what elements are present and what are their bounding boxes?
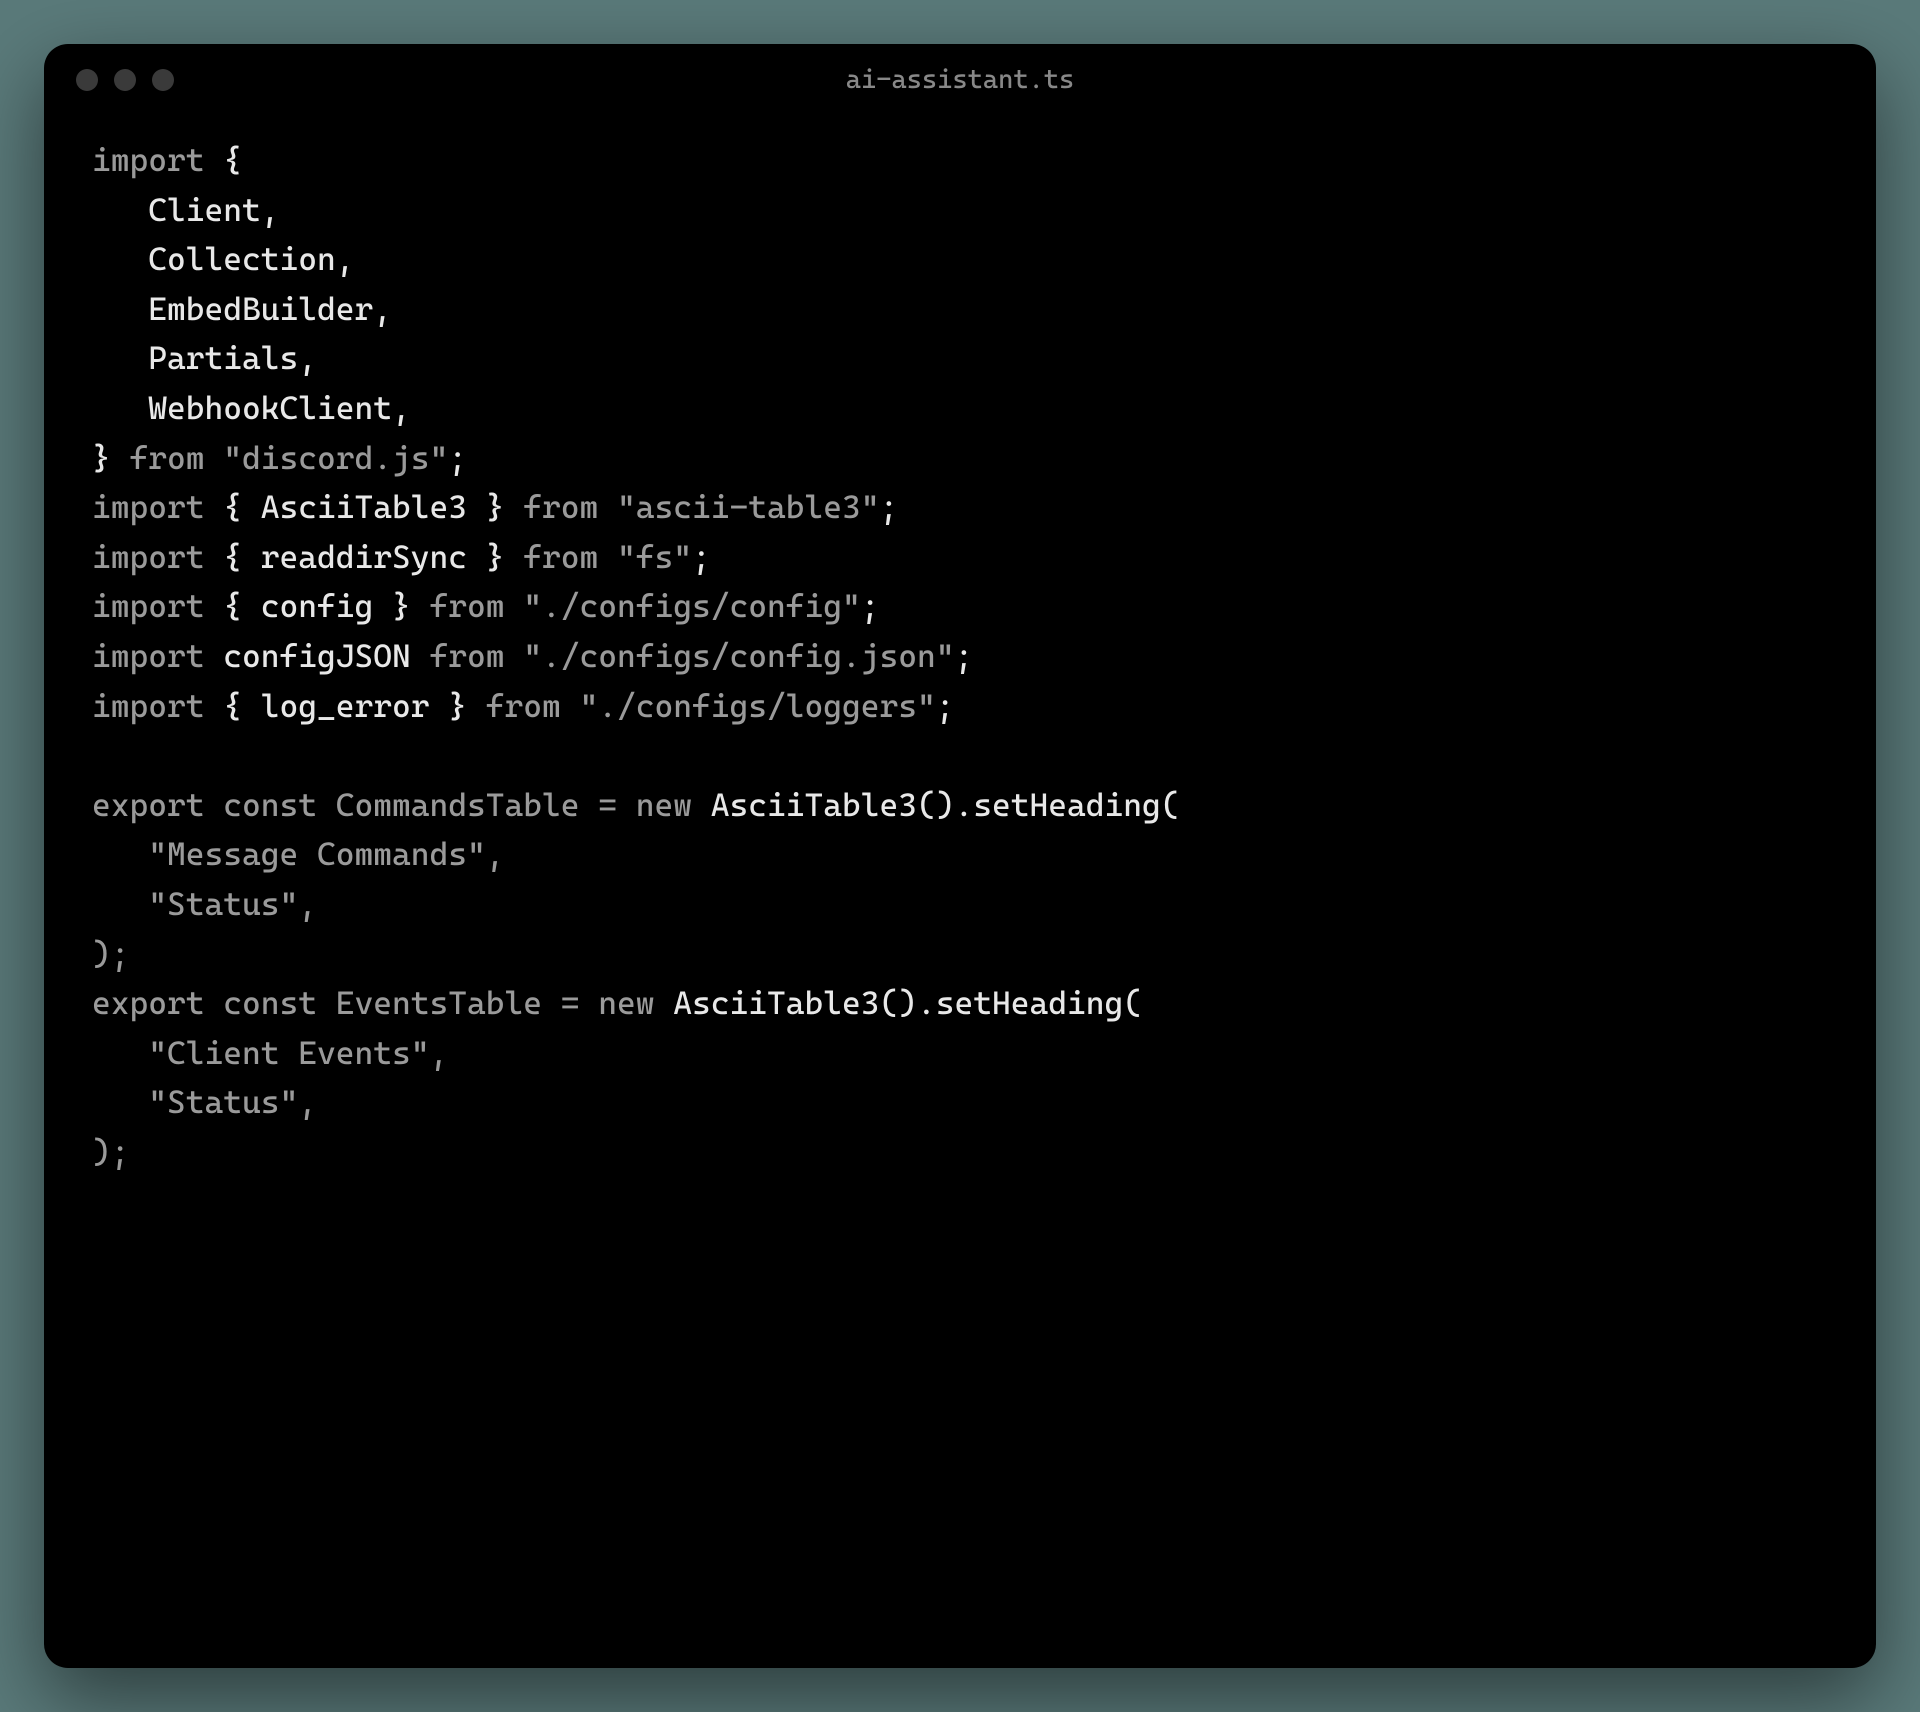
code-token: from bbox=[430, 587, 524, 625]
code-token: const bbox=[223, 984, 336, 1022]
code-token: = bbox=[598, 786, 636, 824]
code-token bbox=[92, 885, 148, 923]
code-token: configJSON bbox=[223, 637, 429, 675]
code-token bbox=[92, 339, 148, 377]
code-token: ; bbox=[861, 587, 880, 625]
editor-window: ai-assistant.ts import { Client, Collect… bbox=[44, 44, 1876, 1668]
code-token: "Status" bbox=[148, 885, 298, 923]
code-token: = bbox=[561, 984, 599, 1022]
code-token bbox=[92, 389, 148, 427]
code-token bbox=[92, 290, 148, 328]
code-token: , bbox=[298, 1083, 317, 1121]
code-token bbox=[92, 191, 148, 229]
close-button[interactable] bbox=[76, 69, 98, 91]
code-token: from bbox=[130, 439, 224, 477]
code-token: "./configs/loggers" bbox=[580, 687, 936, 725]
code-token: import bbox=[92, 587, 223, 625]
code-token: { config } bbox=[223, 587, 429, 625]
code-token: , bbox=[298, 339, 317, 377]
code-token: ); bbox=[92, 1133, 130, 1171]
code-token: , bbox=[298, 885, 317, 923]
code-token: { bbox=[223, 141, 242, 179]
code-token: , bbox=[392, 389, 411, 427]
code-token: "./configs/config" bbox=[523, 587, 861, 625]
code-token: from bbox=[523, 538, 617, 576]
code-token: ; bbox=[448, 439, 467, 477]
code-token: , bbox=[261, 191, 280, 229]
code-token: export bbox=[92, 984, 223, 1022]
code-token: "./configs/config.json" bbox=[523, 637, 954, 675]
code-token: ; bbox=[955, 637, 974, 675]
code-token: EventsTable bbox=[336, 984, 561, 1022]
window-title: ai-assistant.ts bbox=[846, 65, 1075, 95]
code-token: Collection bbox=[148, 240, 336, 278]
code-token: "Client Events" bbox=[148, 1034, 429, 1072]
code-token: import bbox=[92, 637, 223, 675]
code-token: AsciiTable3().setHeading( bbox=[673, 984, 1142, 1022]
code-token: { readdirSync } bbox=[223, 538, 523, 576]
maximize-button[interactable] bbox=[152, 69, 174, 91]
code-token: from bbox=[486, 687, 580, 725]
code-token: "Message Commands" bbox=[148, 835, 486, 873]
code-token: from bbox=[523, 488, 617, 526]
code-token: WebhookClient bbox=[148, 389, 392, 427]
code-token: import bbox=[92, 488, 223, 526]
code-token: ; bbox=[936, 687, 955, 725]
code-token: "Status" bbox=[148, 1083, 298, 1121]
code-token: from bbox=[430, 637, 524, 675]
code-token: ; bbox=[880, 488, 899, 526]
code-token: "ascii-table3" bbox=[617, 488, 880, 526]
code-token: { log_error } bbox=[223, 687, 486, 725]
code-token: AsciiTable3().setHeading( bbox=[711, 786, 1180, 824]
code-token: , bbox=[373, 290, 392, 328]
code-token: Client bbox=[148, 191, 261, 229]
code-token bbox=[92, 835, 148, 873]
code-token: Partials bbox=[148, 339, 298, 377]
code-token: ); bbox=[92, 935, 130, 973]
code-token: "fs" bbox=[617, 538, 692, 576]
minimize-button[interactable] bbox=[114, 69, 136, 91]
code-content: import { Client, Collection, EmbedBuilde… bbox=[92, 136, 1828, 1177]
code-token: new bbox=[598, 984, 673, 1022]
code-token: import bbox=[92, 687, 223, 725]
code-token: EmbedBuilder bbox=[148, 290, 373, 328]
code-token bbox=[92, 1083, 148, 1121]
code-token: import bbox=[92, 141, 223, 179]
code-token: export bbox=[92, 786, 223, 824]
code-token: "discord.js" bbox=[223, 439, 448, 477]
code-token: { AsciiTable3 } bbox=[223, 488, 523, 526]
titlebar: ai-assistant.ts bbox=[44, 44, 1876, 116]
code-token: const bbox=[223, 786, 336, 824]
code-token: , bbox=[430, 1034, 449, 1072]
code-token: } bbox=[92, 439, 130, 477]
code-token: , bbox=[486, 835, 505, 873]
code-token bbox=[92, 240, 148, 278]
code-token: , bbox=[336, 240, 355, 278]
code-token bbox=[92, 1034, 148, 1072]
code-token: ; bbox=[692, 538, 711, 576]
code-token: new bbox=[636, 786, 711, 824]
code-area[interactable]: import { Client, Collection, EmbedBuilde… bbox=[44, 116, 1876, 1668]
code-token: import bbox=[92, 538, 223, 576]
code-token: CommandsTable bbox=[336, 786, 599, 824]
traffic-lights bbox=[76, 69, 174, 91]
